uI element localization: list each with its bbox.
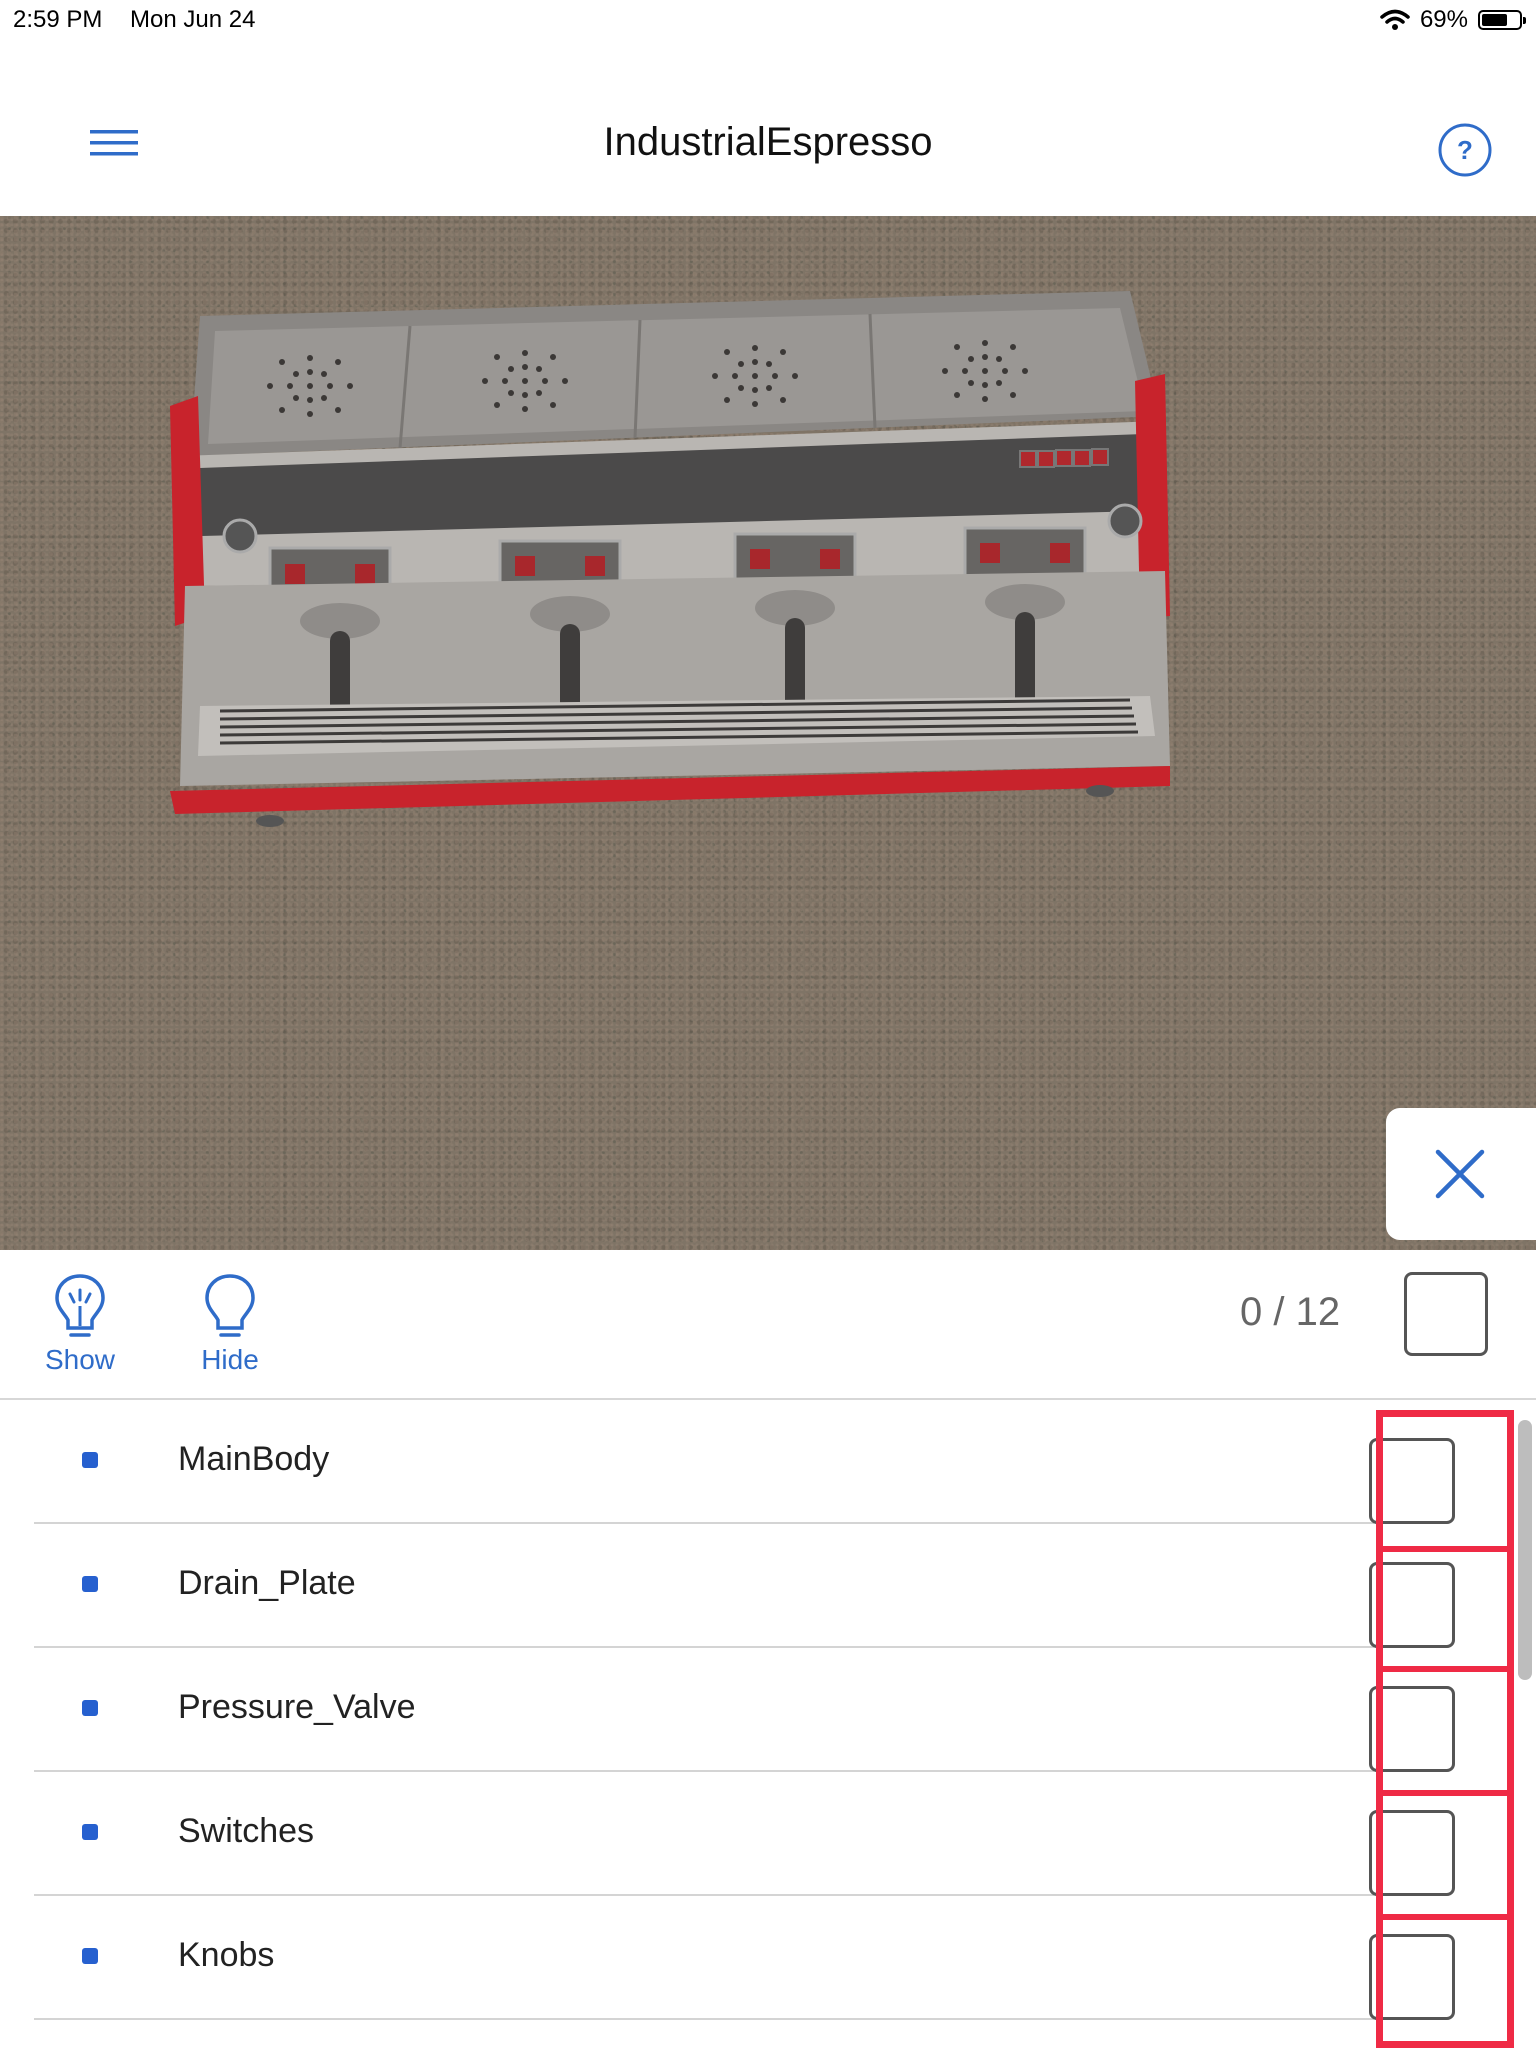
item-checkbox-pressure-valve[interactable] <box>1369 1686 1455 1772</box>
navigation-bar: IndustrialEspresso ? <box>0 44 1536 216</box>
item-checkbox-mainbody[interactable] <box>1369 1438 1455 1524</box>
selected-counter: 0 / 12 <box>1240 1290 1341 1334</box>
list-item[interactable]: MainBody <box>34 1400 1374 1524</box>
select-all-checkbox[interactable] <box>1404 1272 1488 1356</box>
list-item[interactable]: Drain_Plate <box>34 1524 1374 1648</box>
item-checkbox-drain-plate[interactable] <box>1369 1562 1455 1648</box>
hide-button[interactable]: Hide <box>175 1272 285 1376</box>
knob-right <box>1107 503 1143 539</box>
espresso-machine-model[interactable] <box>170 286 1190 866</box>
parts-toolbar: Show Hide 0 / 12 <box>0 1250 1536 1400</box>
battery-level <box>1482 14 1507 26</box>
battery-tip <box>1523 17 1526 24</box>
close-x-icon <box>1435 1149 1485 1199</box>
list-item-label: Drain_Plate <box>178 1564 356 1602</box>
list-scrollbar[interactable] <box>1518 1420 1532 1680</box>
list-item-label: Knobs <box>178 1936 275 1974</box>
status-indicators: 69% <box>1380 6 1526 34</box>
item-checkbox-knobs[interactable] <box>1369 1934 1455 2020</box>
bullet-icon <box>82 1700 98 1716</box>
page-title: IndustrialEspresso <box>603 120 933 164</box>
battery-icon <box>1478 10 1526 30</box>
ar-viewport[interactable] <box>0 216 1536 1250</box>
status-date: Mon Jun 24 <box>130 6 256 33</box>
parts-list[interactable]: MainBody Drain_Plate Pressure_Valve Swit… <box>0 1400 1536 2048</box>
lightbulb-on-icon <box>55 1274 105 1337</box>
bullet-icon <box>82 1452 98 1468</box>
battery-percent: 69% <box>1419 6 1468 33</box>
list-item[interactable]: Pressure_Valve <box>34 1648 1374 1772</box>
help-question-icon: ? <box>1438 123 1492 177</box>
show-label: Show <box>44 1344 116 1375</box>
close-button[interactable] <box>1386 1108 1536 1240</box>
status-time: 2:59 PM <box>13 6 103 33</box>
list-item[interactable]: Switches <box>34 1772 1374 1896</box>
show-button[interactable]: Show <box>25 1272 135 1376</box>
bullet-icon <box>82 1824 98 1840</box>
app-screen: 2:59 PM Mon Jun 24 69% IndustrialEspress… <box>0 0 1536 2048</box>
list-item-label: MainBody <box>178 1440 330 1478</box>
knob-left <box>222 518 258 554</box>
hide-label: Hide <box>201 1344 259 1375</box>
lightbulb-off-icon <box>205 1274 255 1337</box>
help-button[interactable]: ? <box>1437 122 1493 178</box>
list-item-label: Switches <box>178 1812 315 1850</box>
wifi-icon <box>1380 9 1410 30</box>
list-item-label: Pressure_Valve <box>178 1688 416 1726</box>
help-glyph: ? <box>1457 135 1473 165</box>
item-checkbox-switches[interactable] <box>1369 1810 1455 1896</box>
bullet-icon <box>82 1576 98 1592</box>
list-item[interactable]: Knobs <box>34 1896 1374 2020</box>
bullet-icon <box>82 1948 98 1964</box>
status-bar: 2:59 PM Mon Jun 24 69% <box>0 0 1536 44</box>
